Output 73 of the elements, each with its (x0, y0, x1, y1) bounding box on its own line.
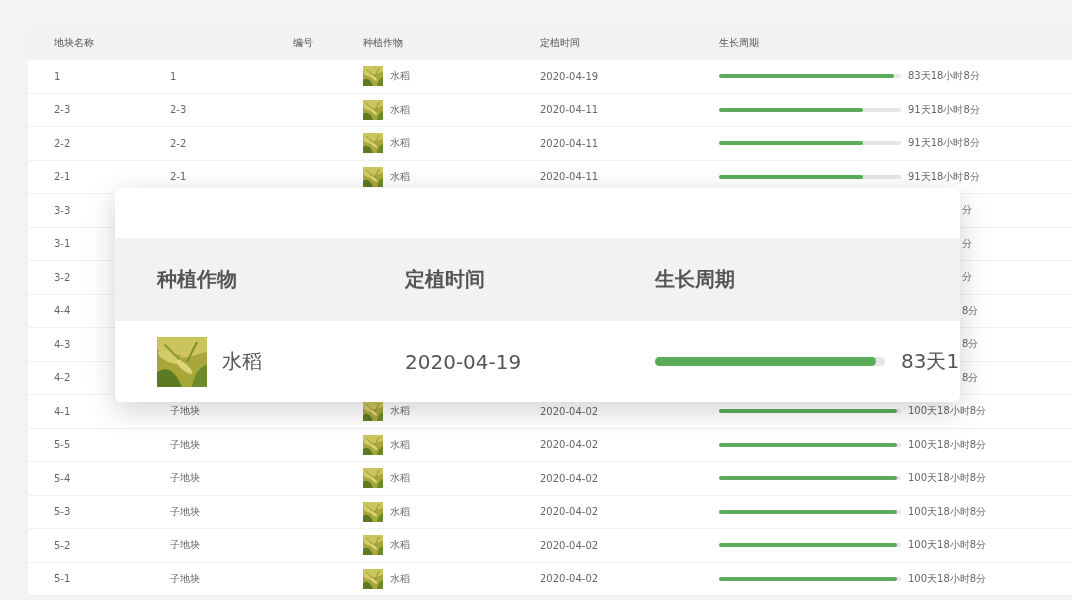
table-cell-text: 3-1 (54, 238, 72, 250)
table-cell-text: 2-3 (54, 104, 72, 116)
table-cell: 水稻 (390, 571, 410, 586)
table-cell-text: 2020-04-11 (540, 171, 600, 183)
column-header: 种植作物 (157, 266, 238, 293)
table-cell-text: 子地块 (170, 571, 201, 586)
table-cell-text: 子地块 (170, 404, 201, 419)
table-cell: 水稻 (390, 69, 410, 84)
table-cell: 水稻 (222, 348, 262, 375)
table-cell: 水稻 (390, 136, 410, 151)
table-cell: 91天18小时8分 (908, 136, 980, 151)
table-cell: 100天18小时8分 (908, 571, 987, 586)
table-cell-text: 2020-04-11 (540, 104, 600, 116)
table-cell-text: 1 (170, 70, 178, 82)
column-header: 编号 (293, 36, 314, 50)
table-cell: 水稻 (390, 471, 410, 486)
table-cell-text: 5-1 (54, 573, 72, 585)
column-header: 定植时间 (540, 36, 581, 50)
table-cell-text: 子地块 (170, 437, 201, 452)
table-cell-text: 2-1 (54, 171, 72, 183)
table-cell-text: 2020-04-02 (540, 439, 600, 451)
table-cell-text: 1 (54, 70, 62, 82)
table-cell: 分 (962, 204, 972, 216)
table-cell: 83天1 (901, 348, 960, 375)
table-cell: 水稻 (390, 437, 410, 452)
table-cell: 91天18小时8分 (908, 102, 980, 117)
table-cell-text: 5-2 (54, 539, 72, 551)
table-cell-text: 子地块 (170, 504, 201, 519)
column-header: 生长周期 (655, 266, 736, 293)
table-cell-text: 4-3 (54, 338, 72, 350)
column-header: 定植时间 (405, 266, 486, 293)
table-cell: 91天18小时8分 (908, 169, 980, 184)
table-cell-text: 2020-04-19 (540, 70, 600, 82)
table-cell-text: 2020-04-02 (540, 472, 600, 484)
table-cell-text: 2020-04-02 (540, 573, 600, 585)
column-header: 地块名称 (54, 36, 95, 50)
table-cell-text: 4-4 (54, 305, 72, 317)
table-cell: 分 (962, 237, 972, 249)
table-cell-text: 2-1 (170, 171, 188, 183)
table-cell-text: 4-1 (54, 405, 72, 417)
table-cell: 水稻 (390, 404, 410, 419)
table-cell-text: 5-4 (54, 472, 72, 484)
table-cell-text: 子地块 (170, 471, 201, 486)
table-cell: 100天18小时8分 (908, 404, 987, 419)
table-cell: 水稻 (390, 169, 410, 184)
table-cell-text: 2020-04-02 (540, 506, 600, 518)
column-header: 种植作物 (363, 36, 404, 50)
table-cell-text: 2020-04-02 (540, 539, 600, 551)
table-cell-text: 2020-04-19 (405, 349, 523, 374)
table-cell-text: 2020-04-11 (540, 137, 600, 149)
table-cell-text: 子地块 (170, 538, 201, 553)
table-cell: 8分 (962, 338, 979, 350)
table-cell: 83天18小时8分 (908, 69, 980, 84)
table-cell-text: 3-3 (54, 204, 72, 216)
table-cell: 水稻 (390, 538, 410, 553)
table-cell: 分 (962, 271, 972, 283)
table-cell: 100天18小时8分 (908, 471, 987, 486)
table-cell: 100天18小时8分 (908, 437, 987, 452)
table-cell: 100天18小时8分 (908, 538, 987, 553)
table-cell: 水稻 (390, 504, 410, 519)
table-cell-text: 3-2 (54, 271, 72, 283)
table-cell: 水稻 (390, 102, 410, 117)
table-cell-text: 5-3 (54, 506, 72, 518)
table-cell-text: 2-2 (170, 137, 188, 149)
table-cell-text: 5-5 (54, 439, 72, 451)
table-cell-text: 2020-04-02 (540, 405, 600, 417)
table-cell: 100天18小时8分 (908, 504, 987, 519)
table-cell: 8分 (962, 371, 979, 383)
column-header: 生长周期 (719, 36, 760, 50)
table-cell-text: 4-2 (54, 372, 72, 384)
table-cell-text: 2-2 (54, 137, 72, 149)
table-cell: 8分 (962, 304, 979, 316)
table-cell-text: 2-3 (170, 104, 188, 116)
